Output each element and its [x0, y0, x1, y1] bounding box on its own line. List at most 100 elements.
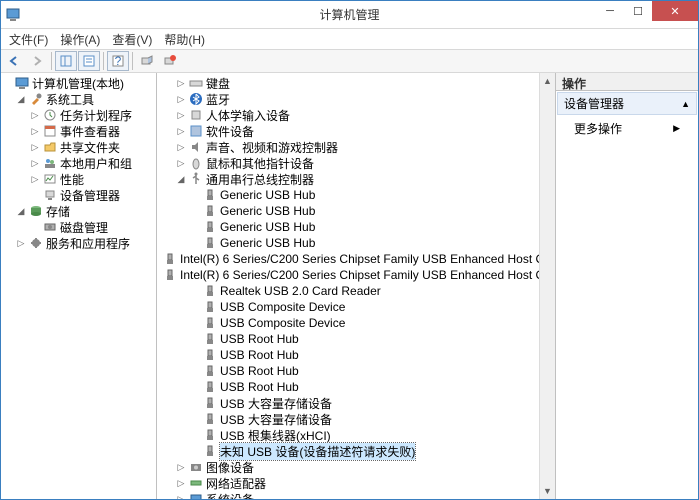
tree-item[interactable]: ▷ 软件设备: [161, 123, 555, 139]
expand-icon[interactable]: ▷: [175, 93, 187, 105]
tree-item-label: 软件设备: [206, 123, 254, 140]
collapse-icon[interactable]: ◢: [15, 93, 27, 105]
expand-icon[interactable]: ▷: [175, 493, 187, 499]
expand-icon[interactable]: ▷: [175, 125, 187, 137]
mid-pane: ▷键盘▷蓝牙▷人体学输入设备▷软件设备▷声音、视频和游戏控制器▷鼠标和其他指针设…: [157, 73, 556, 499]
svg-text:?: ?: [115, 54, 122, 68]
tree-item-label: 事件查看器: [60, 123, 120, 140]
tree-item-label: 计算机管理(本地): [32, 75, 124, 92]
menu-file[interactable]: 文件(F): [3, 31, 54, 48]
tree-item[interactable]: ▷ 任务计划程序: [1, 107, 156, 123]
show-hide-tree-button[interactable]: [55, 51, 77, 71]
tree-item[interactable]: 磁盘管理: [1, 219, 156, 235]
actions-context[interactable]: 设备管理器 ▲: [557, 92, 697, 115]
perf-icon: [42, 171, 58, 187]
computer-icon: [14, 75, 30, 91]
tree-item[interactable]: 未知 USB 设备(设备描述符请求失败): [161, 443, 555, 459]
expand-icon[interactable]: ▷: [175, 461, 187, 473]
usbdev-icon: [202, 203, 218, 219]
expand-icon[interactable]: ▷: [29, 173, 41, 185]
arrow-right-icon: ▶: [673, 123, 680, 134]
tree-item-label: Generic USB Hub: [220, 204, 315, 218]
tree-item[interactable]: USB Root Hub: [161, 347, 555, 363]
tree-item[interactable]: ▷系统设备: [161, 491, 555, 499]
actions-more[interactable]: 更多操作 ▶: [556, 116, 698, 141]
tree-item-label: 系统工具: [46, 91, 94, 108]
tree-item[interactable]: USB Composite Device: [161, 315, 555, 331]
scrollbar[interactable]: ▲ ▼: [539, 73, 555, 499]
minimize-button[interactable]: ─: [596, 1, 624, 21]
scroll-up-icon[interactable]: ▲: [540, 73, 555, 89]
tree-item[interactable]: USB 大容量存储设备: [161, 411, 555, 427]
tree-item[interactable]: USB Root Hub: [161, 379, 555, 395]
tree-item[interactable]: ▷人体学输入设备: [161, 107, 555, 123]
usbdev-icon: [202, 187, 218, 203]
collapse-icon[interactable]: ◢: [175, 173, 187, 185]
tree-item[interactable]: Generic USB Hub: [161, 203, 555, 219]
expand-icon[interactable]: ▷: [15, 237, 27, 249]
tree-item-label: USB Composite Device: [220, 316, 345, 330]
tree-item[interactable]: Generic USB Hub: [161, 219, 555, 235]
properties-button[interactable]: [78, 51, 100, 71]
scroll-down-icon[interactable]: ▼: [540, 483, 555, 499]
usbdev-icon: [162, 251, 178, 267]
back-button[interactable]: [3, 51, 25, 71]
tree-item[interactable]: ▷网络适配器: [161, 475, 555, 491]
tree-item[interactable]: ▷ 事件查看器: [1, 123, 156, 139]
tree-item[interactable]: ▷声音、视频和游戏控制器: [161, 139, 555, 155]
tree-item[interactable]: ▷图像设备: [161, 459, 555, 475]
close-button[interactable]: ✕: [652, 1, 698, 21]
help-button[interactable]: ?: [107, 51, 129, 71]
collapse-icon[interactable]: ◢: [15, 205, 27, 217]
usbdev-icon: [202, 331, 218, 347]
tree-item[interactable]: Generic USB Hub: [161, 187, 555, 203]
refresh-button[interactable]: [159, 51, 181, 71]
tree-item[interactable]: USB Root Hub: [161, 363, 555, 379]
tree-item[interactable]: Realtek USB 2.0 Card Reader: [161, 283, 555, 299]
tree-item[interactable]: 计算机管理(本地): [1, 75, 156, 91]
tree-item[interactable]: ▷鼠标和其他指针设备: [161, 155, 555, 171]
expand-icon[interactable]: ▷: [175, 477, 187, 489]
tree-item-label: 任务计划程序: [60, 107, 132, 124]
tree-item[interactable]: USB 大容量存储设备: [161, 395, 555, 411]
tree-item[interactable]: ▷ 本地用户和组: [1, 155, 156, 171]
tree-item[interactable]: ▷键盘: [161, 75, 555, 91]
expand-icon[interactable]: ▷: [175, 157, 187, 169]
expand-icon[interactable]: ▷: [175, 109, 187, 121]
usbdev-icon: [202, 395, 218, 411]
expand-icon[interactable]: ▷: [29, 157, 41, 169]
usbdev-icon: [202, 235, 218, 251]
tree-item[interactable]: USB Root Hub: [161, 331, 555, 347]
usbdev-icon: [202, 283, 218, 299]
forward-button[interactable]: [26, 51, 48, 71]
expand-icon[interactable]: ▷: [175, 141, 187, 153]
tools-icon: [28, 91, 44, 107]
expand-icon[interactable]: ▷: [175, 77, 187, 89]
expand-icon[interactable]: ▷: [29, 141, 41, 153]
tree-item[interactable]: ▷蓝牙: [161, 91, 555, 107]
tree-item[interactable]: 设备管理器: [1, 187, 156, 203]
scan-button[interactable]: [136, 51, 158, 71]
menu-action[interactable]: 操作(A): [54, 31, 106, 48]
menu-help[interactable]: 帮助(H): [158, 31, 211, 48]
tree-item-label: Generic USB Hub: [220, 220, 315, 234]
tree-item[interactable]: ◢存储: [1, 203, 156, 219]
usbdev-icon: [202, 315, 218, 331]
tree-item[interactable]: Intel(R) 6 Series/C200 Series Chipset Fa…: [161, 251, 555, 267]
app-icon: [5, 7, 21, 23]
tree-item-label: USB Composite Device: [220, 300, 345, 314]
expand-icon[interactable]: ▷: [29, 125, 41, 137]
tree-item[interactable]: ◢通用串行总线控制器: [161, 171, 555, 187]
tree-item[interactable]: USB Composite Device: [161, 299, 555, 315]
tree-item[interactable]: Intel(R) 6 Series/C200 Series Chipset Fa…: [161, 267, 555, 283]
tree-item[interactable]: ▷服务和应用程序: [1, 235, 156, 251]
tree-item[interactable]: ◢ 系统工具: [1, 91, 156, 107]
maximize-button[interactable]: ☐: [624, 1, 652, 21]
tree-item-label: 本地用户和组: [60, 155, 132, 172]
expand-icon[interactable]: ▷: [29, 109, 41, 121]
tree-item[interactable]: USB 根集线器(xHCI): [161, 427, 555, 443]
tree-item[interactable]: ▷性能: [1, 171, 156, 187]
tree-item[interactable]: ▷共享文件夹: [1, 139, 156, 155]
menu-view[interactable]: 查看(V): [106, 31, 158, 48]
tree-item[interactable]: Generic USB Hub: [161, 235, 555, 251]
